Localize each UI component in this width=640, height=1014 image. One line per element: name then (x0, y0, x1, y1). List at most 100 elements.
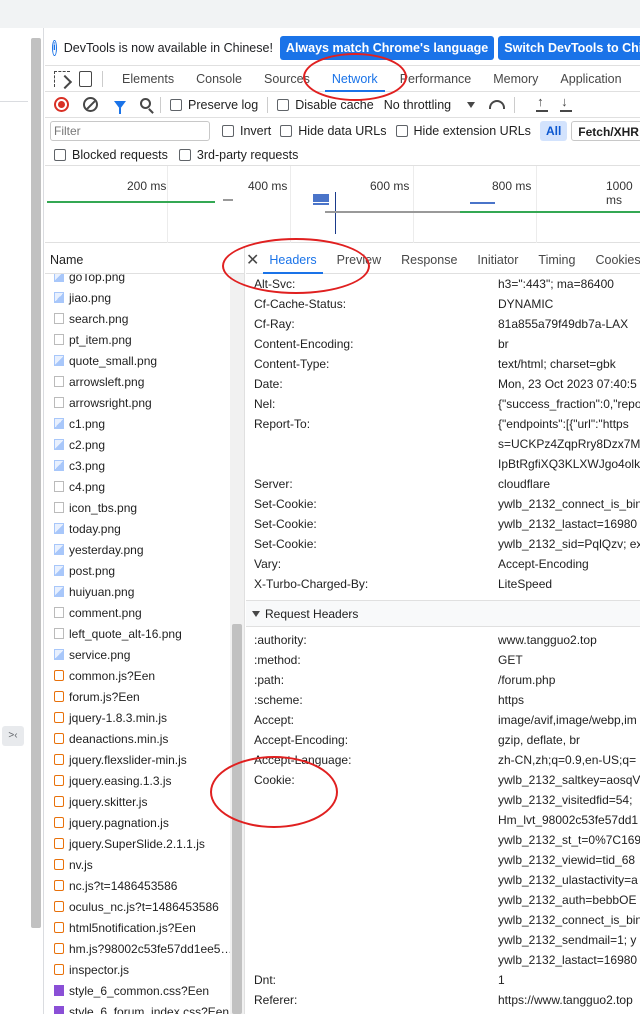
header-value[interactable]: DYNAMIC (498, 294, 553, 314)
list-item[interactable]: style_6_forum_index.css?Een (45, 1001, 230, 1014)
search-icon[interactable] (140, 97, 151, 109)
checkbox-box[interactable] (395, 125, 408, 137)
inspect-element-icon[interactable] (54, 70, 70, 87)
hide-extension-urls-checkbox[interactable]: Hide extension URLs (395, 124, 531, 138)
header-value[interactable]: /forum.php (498, 670, 555, 690)
request-list-scrollbar[interactable] (230, 274, 244, 1014)
list-item[interactable]: quote_small.png (45, 350, 230, 371)
request-headers-section[interactable]: Request Headers (246, 600, 640, 627)
export-har-icon[interactable] (560, 94, 573, 112)
list-item[interactable]: jquery.SuperSlide.2.1.1.js (45, 833, 230, 854)
hide-data-urls-checkbox[interactable]: Hide data URLs (280, 124, 387, 138)
switch-language-button[interactable]: Switch DevTools to Chinese (498, 35, 640, 60)
checkbox-box[interactable] (277, 98, 290, 111)
header-value[interactable]: https://www.tangguo2.top (498, 990, 633, 1010)
list-item[interactable]: style_6_common.css?Een (45, 980, 230, 1001)
throttling-select[interactable]: No throttling (384, 98, 451, 112)
list-item[interactable]: deanactions.min.js (45, 728, 230, 749)
header-value[interactable]: https (498, 690, 524, 710)
tab-memory[interactable]: Memory (482, 66, 549, 92)
checkbox-box[interactable] (280, 125, 293, 137)
header-value[interactable]: Accept-Encoding (498, 554, 589, 574)
invert-checkbox[interactable]: Invert (222, 124, 271, 138)
list-item[interactable]: comment.png (45, 602, 230, 623)
header-value[interactable]: ywlb_2132_sendmail=1; y (498, 930, 636, 950)
header-value[interactable]: ywlb_2132_auth=bebbOE (498, 890, 636, 910)
import-har-icon[interactable] (536, 94, 549, 112)
list-item[interactable]: jquery.easing.1.3.js (45, 770, 230, 791)
header-value[interactable]: GET (498, 650, 523, 670)
device-toolbar-icon[interactable] (79, 70, 92, 87)
network-conditions-icon[interactable] (489, 100, 506, 109)
header-value[interactable]: text/html; charset=gbk (498, 354, 616, 374)
tab-response[interactable]: Response (391, 247, 467, 274)
tab-elements[interactable]: Elements (111, 66, 185, 92)
list-item[interactable]: icon_tbs.png (45, 497, 230, 518)
header-value[interactable]: cloudflare (498, 474, 550, 494)
list-item[interactable]: jquery.pagnation.js (45, 812, 230, 833)
list-item[interactable]: hm.js?98002c53fe57dd1ee5… (45, 938, 230, 959)
header-value[interactable]: 1 (498, 970, 505, 990)
checkbox-box[interactable] (222, 125, 234, 137)
header-value[interactable]: ywlb_2132_lastact=16980 (498, 514, 637, 534)
header-value[interactable]: ywlb_2132_viewid=tid_68 (498, 850, 635, 870)
header-value[interactable]: 81a855a79f49db7a-LAX (498, 314, 628, 334)
close-icon[interactable]: ✕ (246, 250, 259, 270)
filter-icon[interactable] (114, 100, 126, 114)
list-item[interactable]: oculus_nc.js?t=1486453586 (45, 896, 230, 917)
header-value[interactable]: www.tangguo2.top (498, 630, 597, 650)
list-item[interactable]: jquery.flexslider-min.js (45, 749, 230, 770)
list-item[interactable]: left_quote_alt-16.png (45, 623, 230, 644)
third-party-checkbox[interactable]: 3rd-party requests (178, 148, 298, 162)
list-item[interactable]: c4.png (45, 476, 230, 497)
header-value[interactable]: {"endpoints":[{"url":"https (498, 414, 629, 434)
tab-console[interactable]: Console (185, 66, 253, 92)
list-item[interactable]: inspector.js (45, 959, 230, 980)
tab-preview[interactable]: Preview (327, 247, 391, 274)
expand-handle-icon[interactable]: >‹ (2, 726, 24, 746)
list-item[interactable]: pt_item.png (45, 329, 230, 350)
list-item[interactable]: search.png (45, 308, 230, 329)
header-value[interactable]: ywlb_2132_visitedfid=54; (498, 790, 632, 810)
list-item[interactable]: common.js?Een (45, 665, 230, 686)
list-item[interactable]: post.png (45, 560, 230, 581)
header-value[interactable]: IpBtRgfiXQ3KLXWJgo4olk (498, 454, 640, 474)
tab-headers[interactable]: Headers (259, 247, 326, 274)
disable-cache-checkbox[interactable]: Disable cache (277, 98, 374, 112)
filter-chip-all[interactable]: All (539, 121, 568, 141)
timeline-overview[interactable]: 200 ms 400 ms 600 ms 800 ms 1000 ms (45, 166, 640, 243)
list-item[interactable]: today.png (45, 518, 230, 539)
scrollbar-thumb[interactable] (232, 624, 242, 1014)
list-item[interactable]: jquery-1.8.3.min.js (45, 707, 230, 728)
list-item[interactable]: jiao.png (45, 287, 230, 308)
list-item[interactable]: arrowsright.png (45, 392, 230, 413)
page-scrollbar[interactable] (31, 38, 41, 928)
preserve-log-checkbox[interactable]: Preserve log (170, 98, 258, 112)
list-item[interactable]: forum.js?Een (45, 686, 230, 707)
list-item[interactable]: arrowsleft.png (45, 371, 230, 392)
tab-performance[interactable]: Performance (389, 66, 483, 92)
clear-icon[interactable] (83, 97, 98, 112)
record-icon[interactable] (54, 97, 69, 112)
header-value[interactable]: br (498, 334, 509, 354)
checkbox-box[interactable] (54, 148, 66, 161)
header-value[interactable]: ywlb_2132_saltkey=aosqV (498, 770, 640, 790)
header-value[interactable]: gzip, deflate, br (498, 730, 580, 750)
header-value[interactable]: image/avif,image/webp,im (498, 710, 637, 730)
list-item[interactable]: yesterday.png (45, 539, 230, 560)
list-item[interactable]: c2.png (45, 434, 230, 455)
list-item[interactable]: nc.js?t=1486453586 (45, 875, 230, 896)
header-value[interactable]: zh-CN,zh;q=0.9,en-US;q= (498, 750, 636, 770)
tab-cookies[interactable]: Cookies (585, 247, 640, 274)
header-value[interactable]: Mon, 23 Oct 2023 07:40:5 (498, 374, 637, 394)
chevron-down-icon[interactable] (467, 101, 476, 108)
chevron-down-icon[interactable] (252, 611, 260, 617)
list-item[interactable]: huiyuan.png (45, 581, 230, 602)
header-value[interactable]: {"success_fraction":0,"repo (498, 394, 640, 414)
tab-application[interactable]: Application (549, 66, 632, 92)
filter-input[interactable] (50, 121, 210, 141)
tab-initiator[interactable]: Initiator (467, 247, 528, 274)
filter-chip-fetch-xhr[interactable]: Fetch/XHR (571, 121, 640, 141)
tab-network[interactable]: Network (321, 66, 389, 92)
header-value[interactable]: ywlb_2132_connect_is_bin (498, 910, 640, 930)
